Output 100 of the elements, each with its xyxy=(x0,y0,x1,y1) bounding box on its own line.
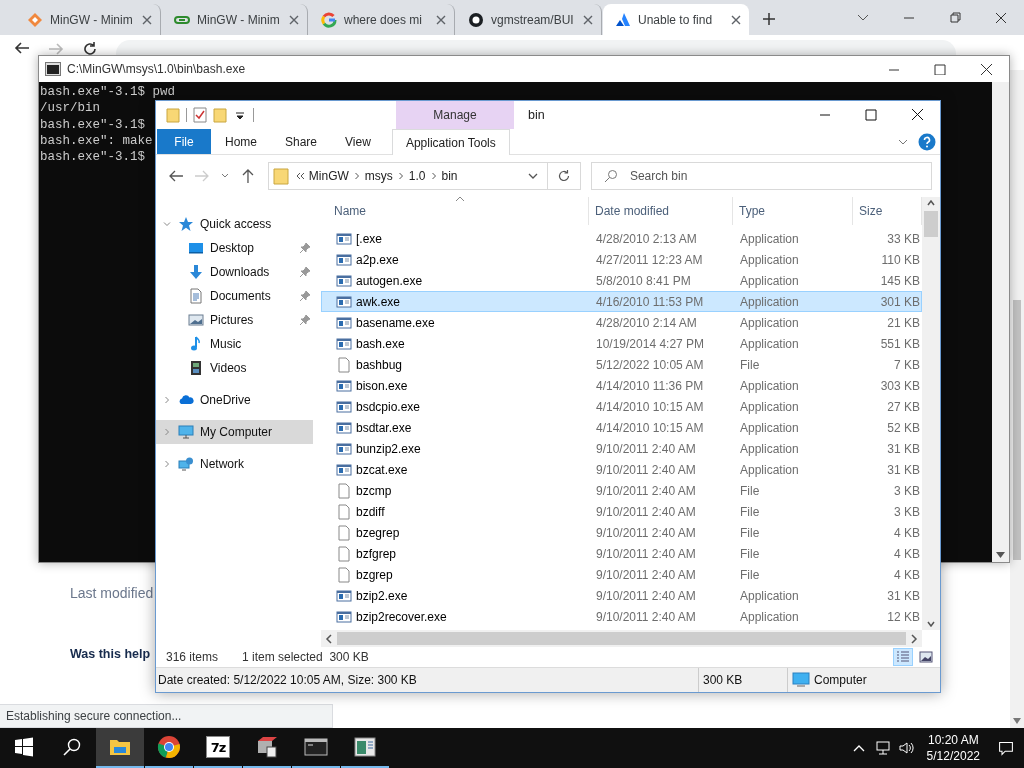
ribbon-tab[interactable]: File xyxy=(157,129,211,154)
browser-tab[interactable]: where does mi xyxy=(309,4,455,35)
search-input[interactable]: Search bin xyxy=(627,168,931,184)
path-segment[interactable]: msys xyxy=(360,169,397,183)
file-row[interactable]: bashbug 5/12/2022 10:05 AM File 7 KB xyxy=(321,354,922,375)
ribbon-tab[interactable]: Home xyxy=(211,129,271,154)
sidebar-item[interactable]: Quick access xyxy=(156,212,313,236)
installer-icon xyxy=(255,735,279,759)
file-row[interactable]: bsdcpio.exe 4/14/2010 10:15 AM Application 27 KB xyxy=(321,396,922,417)
file-row[interactable]: bzcat.exe 9/10/2011 2:40 AM Application 31 KB xyxy=(321,459,922,480)
file-row[interactable]: bzgrep 9/10/2011 2:40 AM File 4 KB xyxy=(321,564,922,585)
scrollbar-thumb[interactable] xyxy=(924,211,938,237)
browser-tab[interactable]: vgmstream/BUI xyxy=(456,4,602,35)
notifications-icon[interactable] xyxy=(998,740,1014,756)
file-row[interactable]: bison.exe 4/14/2010 11:36 PM Application 303 KB xyxy=(321,375,922,396)
volume-icon[interactable] xyxy=(898,740,915,756)
column-header[interactable]: Name xyxy=(321,197,589,225)
close-tab-icon[interactable] xyxy=(436,14,446,25)
overflow-icon[interactable] xyxy=(294,172,305,180)
clock[interactable]: 10:20 AM 5/12/2022 xyxy=(926,732,980,764)
horizontal-scrollbar[interactable] xyxy=(321,630,922,647)
pin-icon[interactable] xyxy=(299,242,311,254)
sidebar-item[interactable]: Videos xyxy=(156,356,313,380)
tiles-view-button[interactable] xyxy=(916,648,936,666)
console-scrollbar[interactable] xyxy=(992,82,1009,562)
pin-icon[interactable] xyxy=(299,266,311,278)
size-cell-text: 4 KB xyxy=(893,546,921,561)
sidebar-item[interactable]: Desktop xyxy=(156,236,313,260)
download-icon xyxy=(188,264,204,280)
path-segment[interactable]: 1.0 xyxy=(404,169,430,183)
sidebar-item[interactable]: Music xyxy=(156,332,313,356)
ribbon-tab[interactable]: Share xyxy=(271,129,332,154)
scroll-up-icon[interactable] xyxy=(927,200,935,206)
pin-icon[interactable] xyxy=(299,314,311,326)
pin-icon[interactable] xyxy=(299,290,311,302)
reload-icon[interactable] xyxy=(82,41,98,55)
network-icon[interactable] xyxy=(874,740,891,756)
file-row[interactable]: bzcmp 9/10/2011 2:40 AM File 3 KB xyxy=(321,480,922,501)
search-icon[interactable] xyxy=(62,737,82,757)
browser-tab[interactable]: Unable to find xyxy=(603,4,749,35)
help-icon[interactable] xyxy=(918,132,936,151)
taskbar-app[interactable]: 7z xyxy=(194,728,242,768)
close-tab-icon[interactable] xyxy=(289,14,299,25)
path-segment[interactable]: MinGW xyxy=(304,169,353,183)
back-arrow-icon[interactable] xyxy=(14,40,30,56)
ribbon-tab[interactable]: Application Tools xyxy=(391,129,510,155)
column-header[interactable]: Date modified xyxy=(589,197,733,225)
column-header[interactable]: Type xyxy=(733,197,853,225)
size-cell-text: 3 KB xyxy=(893,483,921,498)
ribbon-tab[interactable]: View xyxy=(331,129,385,154)
taskbar-app[interactable] xyxy=(96,728,144,768)
type-cell-text: File xyxy=(739,357,761,372)
file-row[interactable]: bzdiff 9/10/2011 2:40 AM File 3 KB xyxy=(321,501,922,522)
properties-icon[interactable] xyxy=(193,107,207,123)
file-row[interactable]: bzegrep 9/10/2011 2:40 AM File 4 KB xyxy=(321,522,922,543)
scroll-down-icon[interactable] xyxy=(996,552,1005,558)
scroll-down-icon[interactable] xyxy=(927,621,935,627)
selection-info: 1 item selected 300 KB xyxy=(242,650,369,664)
close-tab-icon[interactable] xyxy=(142,14,152,25)
file-row[interactable]: basename.exe 4/28/2010 2:14 AM Application 21 KB xyxy=(321,312,922,333)
file-row[interactable]: autogen.exe 5/8/2010 8:41 PM Application 145 KB xyxy=(321,270,922,291)
new-tab-icon[interactable] xyxy=(762,12,776,26)
file-row[interactable]: [.exe 4/28/2010 2:13 AM Application 33 KB xyxy=(321,228,922,249)
browser-tab[interactable]: MinGW - Minim xyxy=(162,4,308,35)
file-row[interactable]: bsdtar.exe 4/14/2010 10:15 AM Application 52 KB xyxy=(321,417,922,438)
application-icon xyxy=(336,314,352,331)
file-name: bsdcpio.exe xyxy=(356,399,421,414)
sidebar-item[interactable]: OneDrive xyxy=(156,388,313,412)
vertical-scrollbar[interactable] xyxy=(922,197,940,630)
sidebar-item[interactable]: Documents xyxy=(156,284,313,308)
sidebar-item[interactable]: Network xyxy=(156,452,313,476)
file-icon xyxy=(336,566,352,583)
sidebar-item[interactable]: My Computer xyxy=(156,420,313,444)
refresh-button[interactable] xyxy=(548,162,581,190)
scroll-down-icon[interactable] xyxy=(1013,718,1021,724)
file-name: bison.exe xyxy=(356,378,408,393)
search-field[interactable]: Search bin xyxy=(590,162,932,190)
address-bar[interactable]: MinGW msys 1.0 bin xyxy=(267,162,549,190)
sidebar-item[interactable]: Downloads xyxy=(156,260,313,284)
refresh-icon[interactable] xyxy=(557,169,571,183)
sidebar-item[interactable]: Pictures xyxy=(156,308,313,332)
file-row[interactable]: bzfgrep 9/10/2011 2:40 AM File 4 KB xyxy=(321,543,922,564)
back-arrow-icon[interactable] xyxy=(168,168,184,184)
page-scrollbar[interactable] xyxy=(1010,70,1024,728)
file-row[interactable]: bzip2.exe 9/10/2011 2:40 AM Application 31 KB xyxy=(321,585,922,606)
file-row[interactable]: bunzip2.exe 9/10/2011 2:40 AM Application 31 KB xyxy=(321,438,922,459)
file-row[interactable]: a2p.exe 4/27/2011 12:23 AM Application 110 KB xyxy=(321,249,922,270)
console-line: bash.exe"-3.1$ xyxy=(40,149,146,166)
scrollbar-thumb[interactable] xyxy=(1013,300,1021,560)
windows-start-icon[interactable] xyxy=(14,737,34,757)
scroll-right-icon[interactable] xyxy=(910,633,918,644)
scroll-left-icon[interactable] xyxy=(325,633,333,644)
close-tab-icon[interactable] xyxy=(731,14,741,25)
path-segment[interactable]: bin xyxy=(437,169,462,183)
close-tab-icon[interactable] xyxy=(583,14,593,25)
browser-tab[interactable]: MinGW - Minim xyxy=(15,4,161,35)
feedback-question: Was this help xyxy=(70,647,151,661)
file-row[interactable]: bzip2recover.exe 9/10/2011 2:40 AM Application 12 KB xyxy=(321,606,922,627)
file-row[interactable]: bash.exe 10/19/2014 4:27 PM Application 551 KB xyxy=(321,333,922,354)
file-row[interactable]: awk.exe 4/16/2010 11:53 PM Application 301 KB xyxy=(321,291,922,312)
